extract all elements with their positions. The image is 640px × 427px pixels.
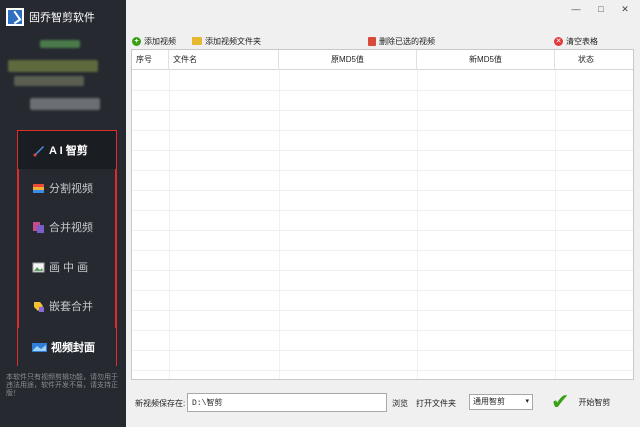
sidebar-item-label: 分割视频 <box>49 183 93 195</box>
sidebar: 固乔智剪软件 A I 智剪 分割视频 合并视频 画 中 画 嵌套合并 视频封面 … <box>0 0 126 427</box>
column-header-filename[interactable]: 文件名 <box>169 50 279 70</box>
output-settings-bar: 新视频保存在: 浏览 打开文件夹 通用智剪 ▾ ✔ 开始智剪 <box>131 387 634 421</box>
video-cover-icon <box>32 341 47 354</box>
table-row-line <box>132 290 633 291</box>
table-column-line <box>169 70 170 379</box>
table-row-line <box>132 270 633 271</box>
blurred-account-info <box>8 60 98 72</box>
table-row-line <box>132 210 633 211</box>
split-video-icon <box>32 182 45 195</box>
open-folder-button[interactable]: 打开文件夹 <box>416 398 456 409</box>
table-row-line <box>132 150 633 151</box>
picture-in-picture-icon <box>32 261 45 274</box>
video-table[interactable]: 序号 文件名 原MD5值 新MD5值 状态 <box>131 49 634 380</box>
table-column-line <box>279 70 280 379</box>
add-folder-label: 添加视频文件夹 <box>205 36 261 46</box>
column-header-status[interactable]: 状态 <box>555 50 617 70</box>
column-header-new-md5[interactable]: 新MD5值 <box>417 50 555 70</box>
sidebar-item-split-video[interactable]: 分割视频 <box>18 169 116 207</box>
sidebar-item-video-cover[interactable]: 视频封面 <box>18 328 116 366</box>
table-row-line <box>132 230 633 231</box>
delete-icon <box>368 36 376 46</box>
sidebar-item-ai-edit[interactable]: A I 智剪 <box>18 131 116 169</box>
browse-button[interactable]: 浏览 <box>392 398 408 409</box>
brush-icon <box>32 144 45 157</box>
start-edit-label: 开始智剪 <box>578 397 611 407</box>
main-panel: — □ ✕ + 添加视频 添加视频文件夹 删除已选的视频 ✕ 清空表格 序号 文… <box>126 0 640 427</box>
table-row-line <box>132 250 633 251</box>
add-video-button[interactable]: + 添加视频 <box>132 35 176 47</box>
chevron-down-icon: ▾ <box>525 398 529 405</box>
table-row-line <box>132 350 633 351</box>
sidebar-item-picture-in-picture[interactable]: 画 中 画 <box>18 248 116 286</box>
sidebar-item-merge-video[interactable]: 合并视频 <box>18 208 116 246</box>
table-row-line <box>132 110 633 111</box>
table-column-line <box>555 70 556 379</box>
close-button[interactable]: ✕ <box>618 4 632 15</box>
app-title-bar: 固乔智剪软件 <box>6 7 95 27</box>
add-folder-button[interactable]: 添加视频文件夹 <box>192 35 261 47</box>
app-logo-icon <box>6 8 24 26</box>
start-edit-button[interactable]: ✔ 开始智剪 <box>543 388 632 416</box>
blurred-account-info <box>30 98 100 110</box>
edit-mode-select[interactable]: 通用智剪 ▾ <box>469 394 533 410</box>
merge-video-icon <box>32 221 45 234</box>
checkmark-icon: ✔ <box>551 389 570 414</box>
maximize-button[interactable]: □ <box>594 4 608 14</box>
folder-icon <box>192 37 202 45</box>
nested-merge-icon <box>32 300 45 313</box>
table-row-line <box>132 170 633 171</box>
minimize-button[interactable]: — <box>569 4 583 14</box>
table-row-line <box>132 90 633 91</box>
table-header: 序号 文件名 原MD5值 新MD5值 状态 <box>132 50 633 70</box>
table-row-line <box>132 330 633 331</box>
delete-selected-button[interactable]: 删除已选的视频 <box>368 35 435 47</box>
usage-notice: 本软件只有视频剪辑功能，请勿用于违法用途，软件开发不易，请支持正版！ <box>6 374 118 397</box>
blurred-account-info <box>14 76 84 86</box>
plus-icon: + <box>132 36 141 46</box>
sidebar-item-label: A I 智剪 <box>49 145 88 157</box>
blurred-account-info <box>40 40 80 48</box>
sidebar-item-label: 视频封面 <box>51 342 95 354</box>
table-row-line <box>132 130 633 131</box>
edit-mode-value: 通用智剪 <box>473 397 505 406</box>
sidebar-item-label: 嵌套合并 <box>49 301 93 313</box>
save-path-label: 新视频保存在: <box>135 399 186 408</box>
clear-table-label: 清空表格 <box>566 36 598 46</box>
save-path-input[interactable] <box>187 393 387 412</box>
column-header-original-md5[interactable]: 原MD5值 <box>279 50 417 70</box>
clear-table-button[interactable]: ✕ 清空表格 <box>554 35 598 47</box>
column-header-index[interactable]: 序号 <box>132 50 169 70</box>
app-title: 固乔智剪软件 <box>29 12 95 24</box>
table-row-line <box>132 370 633 371</box>
table-row-line <box>132 310 633 311</box>
table-row-line <box>132 190 633 191</box>
add-video-label: 添加视频 <box>144 36 176 46</box>
sidebar-item-label: 合并视频 <box>49 222 93 234</box>
delete-selected-label: 删除已选的视频 <box>379 36 435 46</box>
table-column-line <box>417 70 418 379</box>
sidebar-item-nested-merge[interactable]: 嵌套合并 <box>18 287 116 325</box>
clear-icon: ✕ <box>554 36 563 46</box>
sidebar-item-label: 画 中 画 <box>49 262 89 274</box>
